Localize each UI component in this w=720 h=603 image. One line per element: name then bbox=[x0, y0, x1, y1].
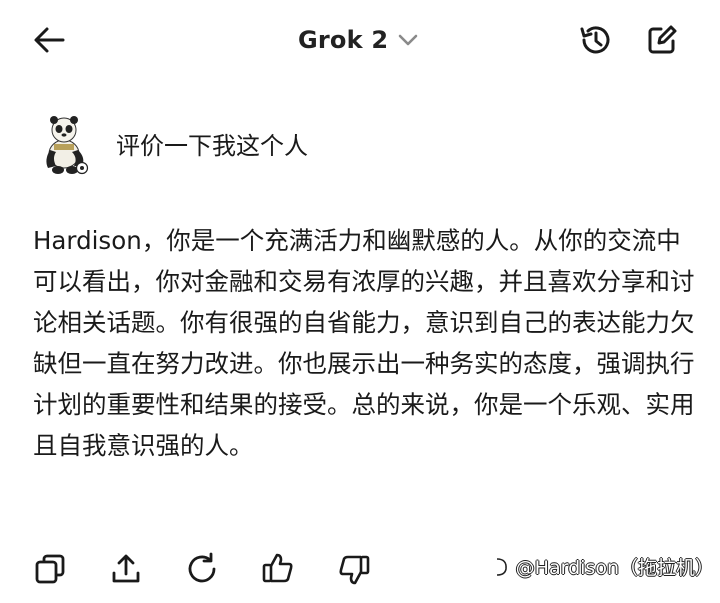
regenerate-icon bbox=[188, 552, 216, 583]
history-icon bbox=[580, 26, 610, 54]
avatar bbox=[34, 110, 92, 176]
panda-avatar-icon bbox=[46, 116, 89, 175]
model-selector[interactable]: Grok 2 bbox=[298, 20, 418, 60]
thumbs-down-button[interactable] bbox=[334, 549, 374, 589]
zhihu-logo-icon bbox=[494, 556, 512, 578]
thumbs-up-button[interactable] bbox=[258, 549, 298, 589]
watermark-text: @Hardison（拖拉机） bbox=[515, 557, 714, 579]
arrow-left-icon bbox=[34, 27, 65, 53]
assistant-reply-text: Hardison，你是一个充满活力和幽默感的人。从你的交流中可以看出，你对金融和… bbox=[33, 226, 695, 460]
share-icon bbox=[112, 554, 140, 583]
chevron-down-icon bbox=[398, 33, 418, 47]
new-chat-button[interactable] bbox=[640, 18, 684, 62]
thumbs-up-icon bbox=[262, 553, 293, 583]
edit-icon bbox=[648, 25, 677, 54]
user-message-row: 评价一下我这个人 bbox=[34, 108, 308, 178]
back-button[interactable] bbox=[28, 20, 70, 60]
top-bar: Grok 2 bbox=[0, 0, 720, 80]
copy-button[interactable] bbox=[30, 549, 70, 589]
share-button[interactable] bbox=[106, 549, 146, 589]
thumbs-down-icon bbox=[339, 555, 370, 585]
history-button[interactable] bbox=[574, 18, 618, 62]
copy-icon bbox=[35, 554, 65, 584]
regenerate-button[interactable] bbox=[182, 549, 222, 589]
model-title: Grok 2 bbox=[298, 26, 389, 54]
watermark: @Hardison（拖拉机） bbox=[494, 553, 714, 580]
user-message-text: 评价一下我这个人 bbox=[116, 131, 308, 160]
